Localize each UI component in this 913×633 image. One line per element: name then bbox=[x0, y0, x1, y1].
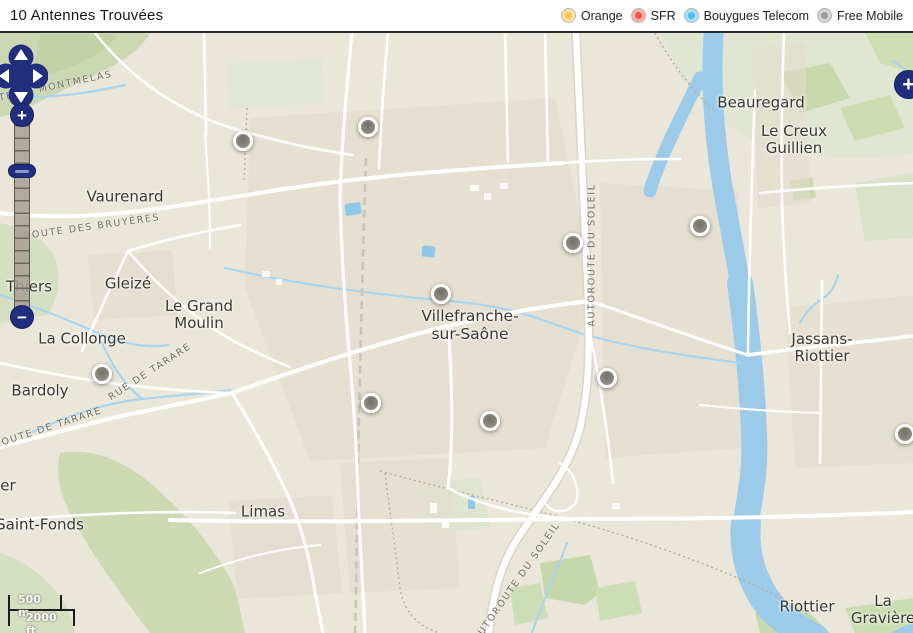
antenna-marker[interactable] bbox=[563, 233, 583, 253]
legend-item-orange: Orange bbox=[562, 9, 623, 23]
legend-label: Free Mobile bbox=[837, 9, 903, 23]
legend: Orange SFR Bouygues Telecom Free Mobile bbox=[562, 9, 913, 23]
antenna-map-app: 10 Antennes Trouvées Orange SFR Bouygues T… bbox=[0, 0, 913, 633]
zoom-slider-track[interactable] bbox=[14, 113, 30, 309]
header-bar: 10 Antennes Trouvées Orange SFR Bouygues T… bbox=[0, 0, 913, 33]
antenna-marker[interactable] bbox=[358, 117, 378, 137]
antenna-marker[interactable] bbox=[431, 284, 451, 304]
map-base-tiles bbox=[0, 33, 913, 633]
antenna-marker[interactable] bbox=[480, 411, 500, 431]
antenna-marker[interactable] bbox=[92, 364, 112, 384]
legend-label: Orange bbox=[581, 9, 623, 23]
sfr-operator-icon bbox=[632, 9, 645, 22]
legend-item-free-mobile: Free Mobile bbox=[818, 9, 903, 23]
antenna-marker[interactable] bbox=[895, 424, 913, 444]
legend-label: SFR bbox=[651, 9, 676, 23]
zoom-slider-handle[interactable] bbox=[8, 164, 36, 178]
orange-operator-icon bbox=[562, 9, 575, 22]
results-count-title: 10 Antennes Trouvées bbox=[0, 7, 163, 24]
antenna-marker[interactable] bbox=[597, 368, 617, 388]
zoom-in-button[interactable]: + bbox=[10, 103, 34, 127]
antenna-marker[interactable] bbox=[233, 131, 253, 151]
pan-control[interactable] bbox=[0, 43, 48, 109]
bouygues-operator-icon bbox=[685, 9, 698, 22]
zoom-out-button[interactable]: − bbox=[10, 305, 34, 329]
map-canvas[interactable]: RTE DE MONTMELASROUTE DES BRUYÈRESRUE DE… bbox=[0, 33, 913, 633]
legend-label: Bouygues Telecom bbox=[704, 9, 809, 23]
legend-item-sfr: SFR bbox=[632, 9, 676, 23]
antenna-marker[interactable] bbox=[690, 216, 710, 236]
free-mobile-operator-icon bbox=[818, 9, 831, 22]
antenna-marker[interactable] bbox=[361, 393, 381, 413]
legend-item-bouygues: Bouygues Telecom bbox=[685, 9, 809, 23]
